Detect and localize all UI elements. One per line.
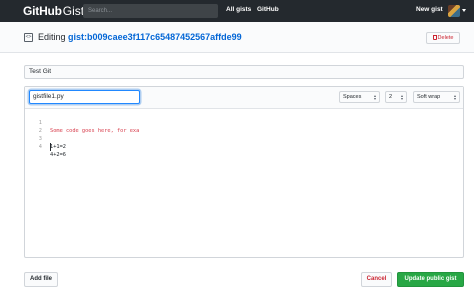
gist-id-link[interactable]: gist:b009caee3f117c65487452567affde99 <box>68 32 242 42</box>
code-line: 4 4+2=6 <box>25 135 463 158</box>
delete-button[interactable]: Delete <box>426 32 460 44</box>
code-line: 3 1+1=2 <box>25 127 463 150</box>
code-line: 2 <box>25 119 463 151</box>
cancel-button[interactable]: Cancel <box>361 272 392 287</box>
trash-icon <box>432 35 437 40</box>
indent-mode-value: Spaces <box>343 94 362 100</box>
code-editor[interactable]: 1 Some code goes here, for exa 2 3 1+1=2… <box>25 109 463 257</box>
code-icon: <> <box>24 33 33 42</box>
nav-all-gists[interactable]: All gists <box>226 6 251 13</box>
indent-size-select[interactable]: 2 ▴ ▾ <box>385 91 407 103</box>
code-line: 1 Some code goes here, for exa <box>25 111 463 134</box>
caret-down-icon[interactable] <box>462 9 466 12</box>
add-file-button[interactable]: Add file <box>24 272 58 287</box>
line-text: 1+1=2 <box>50 144 66 150</box>
editing-label: Editing <box>38 32 66 42</box>
file-editor-header: gistfile1.py Spaces ▴ ▾ 2 ▴ ▾ Soft wrap ▴ ▾ <box>25 87 463 109</box>
top-header: GitHub Gist Search... All gists GitHub N… <box>0 0 474 22</box>
select-arrows-icon: ▴ ▾ <box>373 93 376 101</box>
select-arrows-icon: ▴ ▾ <box>453 93 456 101</box>
filename-input[interactable]: gistfile1.py <box>29 90 140 104</box>
gist-logo[interactable]: GitHub Gist <box>23 4 84 18</box>
wrap-mode-value: Soft wrap <box>417 94 441 100</box>
avatar[interactable] <box>448 5 460 17</box>
description-input[interactable]: Test Git <box>24 65 464 79</box>
nav-new-gist[interactable]: New gist <box>416 6 443 13</box>
select-arrows-icon: ▴ ▾ <box>400 93 403 101</box>
search-input[interactable]: Search... <box>83 4 218 18</box>
line-text: 4+2=6 <box>50 152 66 158</box>
line-number: 4 <box>38 144 42 150</box>
wrap-mode-select[interactable]: Soft wrap ▴ ▾ <box>413 91 460 103</box>
update-gist-button[interactable]: Update public gist <box>397 272 464 287</box>
logo-github-text: GitHub <box>23 4 62 18</box>
indent-size-value: 2 <box>389 94 393 100</box>
logo-gist-text: Gist <box>62 4 85 18</box>
indent-mode-select[interactable]: Spaces ▴ ▾ <box>339 91 380 103</box>
file-editor-box: gistfile1.py Spaces ▴ ▾ 2 ▴ ▾ Soft wrap ▴ ▾… <box>24 86 464 258</box>
page-title: Editing gist:b009caee3f117c65487452567af… <box>38 32 242 42</box>
delete-button-label: Delete <box>437 35 454 41</box>
nav-github[interactable]: GitHub <box>257 6 279 13</box>
